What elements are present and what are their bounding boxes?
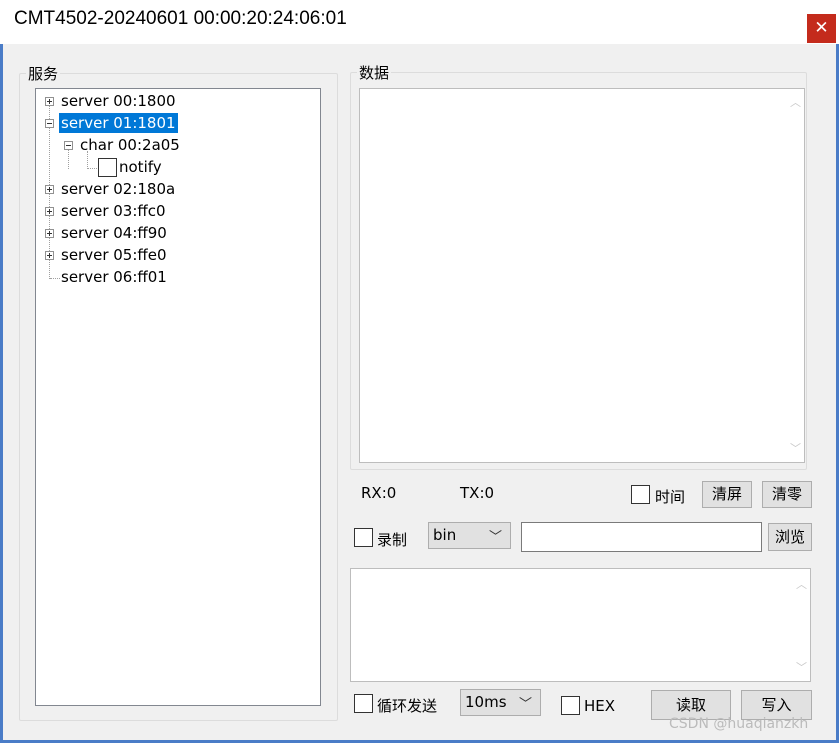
hex-checkbox[interactable]: [561, 696, 580, 715]
expand-icon[interactable]: [45, 185, 54, 194]
expand-icon[interactable]: [45, 251, 54, 260]
tree-item-server-03[interactable]: server 03:ffc0: [61, 201, 166, 221]
hex-label: HEX: [584, 697, 616, 715]
time-label: 时间: [655, 488, 686, 506]
tree-item-server-02[interactable]: server 02:180a: [61, 179, 175, 199]
loop-send-checkbox[interactable]: [354, 694, 373, 713]
tree-branch-line: [68, 149, 69, 169]
window-border-left: [0, 44, 3, 743]
expand-icon[interactable]: [45, 97, 54, 106]
format-select-value: bin: [433, 526, 457, 544]
chevron-down-icon: ﹀: [488, 530, 502, 545]
browse-button[interactable]: 浏览: [768, 523, 812, 551]
collapse-icon[interactable]: [45, 119, 54, 128]
data-display[interactable]: ︿ ﹀: [359, 88, 805, 463]
tree-item-server-05[interactable]: server 05:ffe0: [61, 245, 167, 265]
record-label: 录制: [377, 531, 408, 549]
expand-icon[interactable]: [45, 229, 54, 238]
record-checkbox[interactable]: [354, 528, 373, 547]
rx-counter: RX:0: [361, 484, 397, 502]
close-button[interactable]: ✕: [807, 14, 836, 43]
interval-select[interactable]: 10ms ﹀: [460, 689, 541, 716]
chevron-down-icon[interactable]: ﹀: [790, 443, 801, 454]
send-input-scrollbar[interactable]: ︿ ﹀: [793, 569, 810, 681]
clear-zero-button[interactable]: 清零: [762, 481, 812, 508]
tree-item-server-04[interactable]: server 04:ff90: [61, 223, 167, 243]
chevron-down-icon: ﹀: [518, 697, 532, 712]
loop-send-label: 循环发送: [377, 697, 438, 715]
tree-item-server-06[interactable]: server 06:ff01: [61, 267, 167, 287]
service-tree[interactable]: server 00:1800 server 01:1801 char 00:2a…: [35, 88, 321, 706]
chevron-up-icon[interactable]: ︿: [790, 97, 801, 108]
watermark: CSDN @huaqianzkh: [669, 716, 809, 732]
tree-leaf-connector: [88, 168, 97, 169]
tree-last-connector: [50, 278, 60, 279]
tx-counter: TX:0: [460, 484, 495, 502]
tree-item-notify[interactable]: notify: [119, 157, 162, 177]
file-path-input[interactable]: [521, 522, 762, 552]
notify-checkbox[interactable]: [98, 158, 117, 177]
expand-icon[interactable]: [45, 207, 54, 216]
clear-screen-button[interactable]: 清屏: [702, 481, 752, 508]
format-select[interactable]: bin ﹀: [428, 522, 511, 549]
window-title: CMT4502-20240601 00:00:20:24:06:01: [14, 8, 347, 29]
send-input[interactable]: ︿ ﹀: [350, 568, 811, 682]
services-legend: 服务: [26, 63, 61, 84]
time-checkbox[interactable]: [631, 485, 650, 504]
tree-item-server-00[interactable]: server 00:1800: [61, 91, 176, 111]
collapse-icon[interactable]: [64, 141, 73, 150]
tree-item-server-01[interactable]: server 01:1801: [59, 113, 178, 133]
chevron-down-icon[interactable]: ﹀: [796, 662, 807, 673]
data-display-scrollbar[interactable]: ︿ ﹀: [787, 89, 804, 462]
close-icon: ✕: [814, 18, 829, 38]
interval-select-value: 10ms: [465, 693, 507, 711]
chevron-up-icon[interactable]: ︿: [796, 579, 807, 590]
data-legend: 数据: [357, 62, 392, 83]
tree-item-char-00[interactable]: char 00:2a05: [80, 135, 180, 155]
